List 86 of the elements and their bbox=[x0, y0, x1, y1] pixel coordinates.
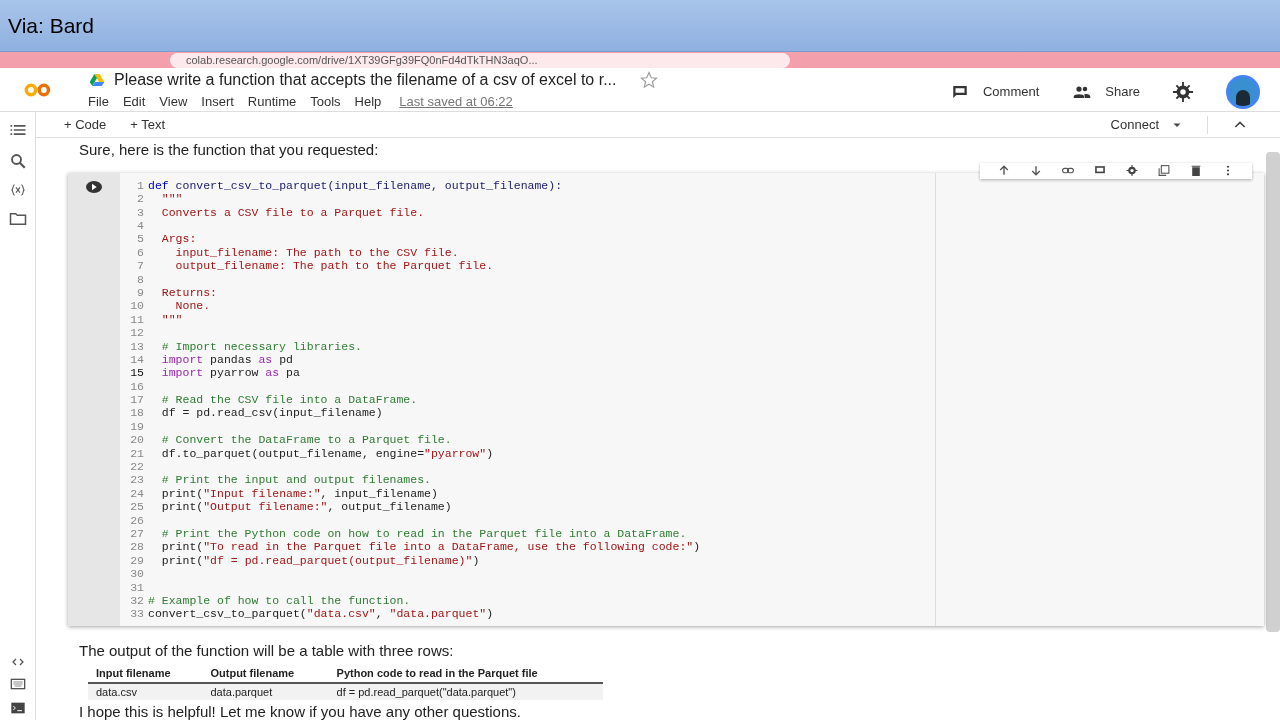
address-bar[interactable]: colab.research.google.com/drive/1XT39GFg39FQ0nFd4dTkTHN3aqO... bbox=[170, 52, 790, 68]
line-number: 10 bbox=[129, 299, 145, 313]
line-number: 13 bbox=[129, 339, 145, 353]
menu-item[interactable]: Edit bbox=[122, 91, 146, 112]
code-line: convert_csv_to_parquet("data.csv", "data.parquet") bbox=[148, 607, 494, 621]
line-number: 18 bbox=[129, 406, 145, 420]
line-number: 5 bbox=[136, 232, 145, 246]
add-cell-button[interactable]: + Text bbox=[130, 114, 166, 135]
notebook-title[interactable]: Please write a function that accepts the filename of a csv of excel to r... bbox=[114, 67, 617, 92]
drive-icon[interactable] bbox=[88, 71, 106, 88]
line-number: 31 bbox=[129, 580, 145, 594]
line-number: 16 bbox=[129, 379, 145, 394]
code-line: """ bbox=[160, 312, 183, 327]
code-line: input_filename: The path to the CSV file. bbox=[174, 245, 459, 260]
code-line: # Import necessary libraries. bbox=[160, 339, 362, 353]
code-line: """ bbox=[160, 192, 183, 206]
line-number: 1 bbox=[136, 178, 145, 193]
line-number: 27 bbox=[129, 527, 145, 541]
line-number: 15 bbox=[129, 366, 145, 380]
scrollbar[interactable] bbox=[1266, 152, 1280, 632]
column-header: Output filename bbox=[202, 665, 329, 683]
comment-button[interactable]: Comment bbox=[948, 81, 1040, 102]
line-number: 33 bbox=[129, 607, 145, 621]
connect-button[interactable]: Connect bbox=[1110, 114, 1183, 135]
line-number: 20 bbox=[129, 433, 145, 447]
share-button[interactable]: Share bbox=[1071, 81, 1140, 102]
line-number: 6 bbox=[136, 245, 145, 260]
menu-item[interactable]: Insert bbox=[201, 91, 234, 112]
code-line: import pyarrow as pa bbox=[160, 366, 300, 380]
response-text: I hope this is helpful! Let me know if you have any other questions. bbox=[79, 704, 522, 720]
line-number: 4 bbox=[136, 219, 145, 233]
response-text: Sure, here is the function that you requested: bbox=[79, 140, 380, 160]
folder-icon[interactable] bbox=[7, 210, 28, 228]
line-number: 9 bbox=[136, 285, 145, 300]
line-number: 24 bbox=[129, 486, 145, 501]
menu-item[interactable]: Help bbox=[354, 91, 382, 112]
line-number: 26 bbox=[129, 513, 145, 527]
response-text: The output of the function will be a table with three rows: bbox=[79, 640, 455, 661]
code-line: Returns: bbox=[160, 285, 217, 300]
line-number: 2 bbox=[136, 192, 145, 206]
menu-item[interactable]: File bbox=[88, 91, 109, 112]
code-line: Converts a CSV file to a Parquet file. bbox=[160, 205, 425, 219]
code-line: Args: bbox=[160, 232, 197, 246]
search-icon[interactable] bbox=[8, 152, 27, 170]
code-line: df = pd.read_csv(input_filename) bbox=[160, 406, 383, 420]
menu-item[interactable]: Tools bbox=[310, 91, 341, 112]
mirror-cell-icon[interactable] bbox=[1156, 164, 1172, 178]
line-number: 22 bbox=[129, 460, 145, 474]
line-number: 3 bbox=[136, 205, 145, 219]
code-line: # Print the Python code on how to read in the Parquet file into a DataFrame. bbox=[160, 527, 687, 541]
code-line: import pandas as pd bbox=[160, 352, 293, 367]
code-line: # Read the CSV file into a DataFrame. bbox=[160, 393, 418, 407]
line-number: 29 bbox=[129, 553, 145, 568]
code-line: print("Input filename:", input_filename) bbox=[160, 486, 438, 501]
menu-item[interactable]: View bbox=[159, 91, 188, 112]
line-number: 28 bbox=[129, 540, 145, 554]
line-number: 32 bbox=[129, 593, 145, 608]
avatar[interactable] bbox=[1226, 74, 1260, 109]
banner-title: Via: Bard bbox=[8, 12, 94, 39]
line-number: 23 bbox=[129, 473, 145, 487]
line-number: 21 bbox=[129, 446, 145, 461]
code-line: print("df = pd.read_parquet(output_filename)") bbox=[160, 553, 480, 568]
column-header: Python code to read in the Parquet file bbox=[328, 665, 603, 683]
last-saved-link[interactable]: Last saved at 06:22 bbox=[399, 91, 513, 112]
column-header: Input filename bbox=[88, 665, 203, 683]
line-number: 14 bbox=[129, 352, 145, 367]
code-line: None. bbox=[174, 299, 211, 313]
add-cell-button[interactable]: + Code bbox=[64, 114, 107, 135]
code-line: def convert_csv_to_parquet(input_filename, output_filename): bbox=[148, 178, 563, 193]
code-line: output_filename: The path to the Parquet file. bbox=[174, 259, 494, 273]
line-number: 8 bbox=[136, 272, 145, 286]
line-number: 17 bbox=[129, 393, 145, 407]
code-line: # Example of how to call the function. bbox=[148, 593, 411, 608]
code-line: # Print the input and output filenames. bbox=[160, 473, 431, 487]
line-number: 30 bbox=[129, 567, 145, 581]
line-number: 25 bbox=[129, 500, 145, 514]
code-line: print("To read in the Parquet file into a DataFrame, use the following code:") bbox=[160, 540, 701, 554]
line-number: 11 bbox=[129, 312, 145, 327]
code-line: print("Output filename:", output_filename) bbox=[160, 500, 452, 514]
line-number: 12 bbox=[129, 326, 145, 340]
line-number: 19 bbox=[129, 419, 145, 434]
menu-item[interactable]: Runtime bbox=[247, 91, 297, 112]
star-icon[interactable] bbox=[640, 70, 659, 89]
code-line: # Convert the DataFrame to a Parquet file. bbox=[160, 433, 452, 447]
code-line: df.to_parquet(output_filename, engine="pyarrow") bbox=[160, 446, 494, 461]
line-number: 7 bbox=[136, 259, 145, 273]
